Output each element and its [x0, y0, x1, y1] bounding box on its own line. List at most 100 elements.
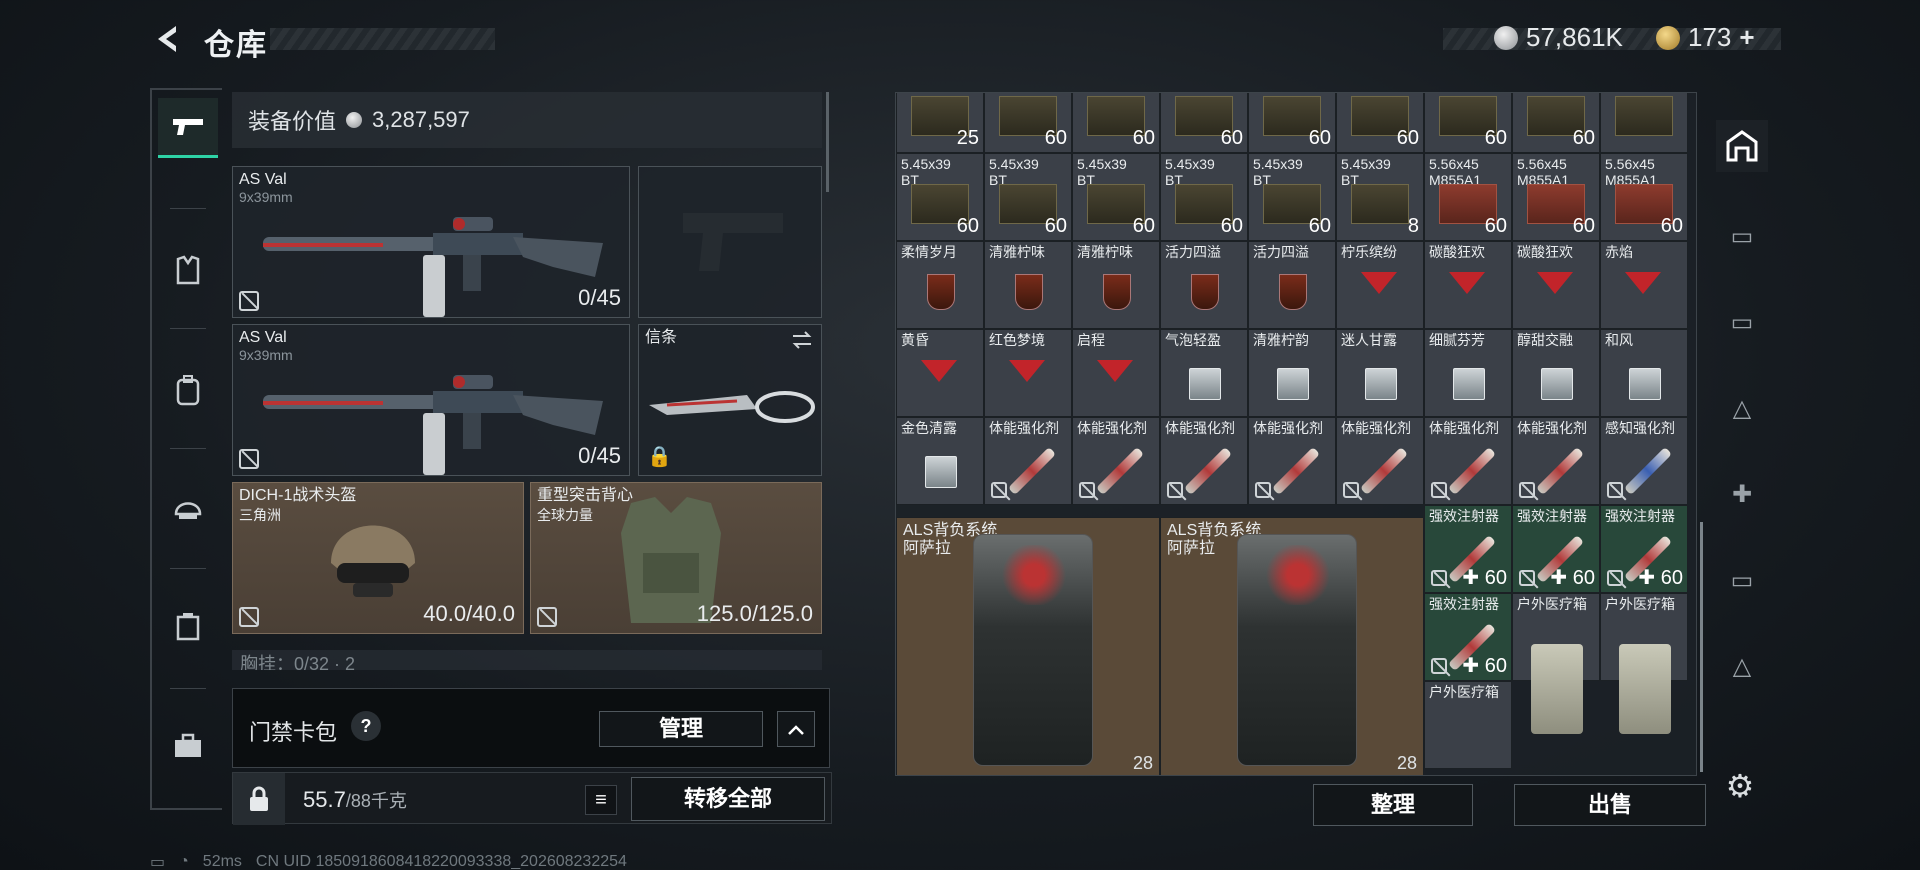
backpack-item[interactable]: ALS背负系统 阿萨拉 28: [1160, 517, 1424, 775]
drink-item[interactable]: 迷人甘露: [1336, 329, 1424, 417]
ammo-item[interactable]: 60: [1160, 93, 1248, 153]
ammo-item[interactable]: 5.56x45 M855A1 60: [1424, 153, 1512, 241]
ammo-item[interactable]: 60: [1336, 93, 1424, 153]
stimulant-item[interactable]: 感知强化剂: [1600, 417, 1688, 505]
ammo-item[interactable]: 60: [1072, 93, 1160, 153]
ammo-item[interactable]: 25: [896, 93, 984, 153]
ammo-item[interactable]: 5.45x39 BT 60: [1160, 153, 1248, 241]
ammo-item[interactable]: 5.45x39 BT 8: [1336, 153, 1424, 241]
ammo-item[interactable]: 60: [984, 93, 1072, 153]
storage-filter-folder-icon[interactable]: ▭: [1716, 554, 1768, 606]
injector-item[interactable]: 强效注射器 ✚ 60: [1424, 505, 1512, 593]
gold-currency[interactable]: 173 +: [1656, 22, 1755, 53]
drink-item[interactable]: 碳酸狂欢: [1424, 241, 1512, 329]
ammo-item[interactable]: 60: [1424, 93, 1512, 153]
settings-gear-icon[interactable]: ⚙: [1722, 768, 1758, 804]
drink-item[interactable]: 柔情岁月: [896, 241, 984, 329]
help-icon[interactable]: ?: [351, 711, 381, 741]
stimulant-item[interactable]: 体能强化剂: [1424, 417, 1512, 505]
consumables-tab-icon[interactable]: [158, 596, 218, 656]
all-items-filter-icon[interactable]: [1716, 120, 1768, 172]
drink-item[interactable]: 赤焰: [1600, 241, 1688, 329]
drink-item[interactable]: 活力四溢: [1248, 241, 1336, 329]
drink-item[interactable]: 细腻芬芳: [1424, 329, 1512, 417]
syringe-icon: [1623, 446, 1673, 496]
storage-filter-iv-icon[interactable]: △: [1716, 382, 1768, 434]
stimulant-name: 体能强化剂: [1341, 420, 1411, 436]
helmet-tab-icon[interactable]: [158, 478, 218, 538]
weapons-tab-icon[interactable]: [158, 98, 218, 158]
item-quantity: 60: [1484, 127, 1507, 149]
no-drop-icon: [1255, 482, 1271, 498]
list-icon[interactable]: ≡: [585, 785, 617, 815]
add-gold-icon[interactable]: +: [1739, 22, 1754, 53]
drink-item[interactable]: 红色梦境: [984, 329, 1072, 417]
drink-item[interactable]: 黄昏: [896, 329, 984, 417]
injector-item[interactable]: 强效注射器 ✚ 60: [1424, 593, 1512, 681]
stimulant-item[interactable]: 体能强化剂: [1512, 417, 1600, 505]
lock-icon[interactable]: [233, 773, 285, 825]
drink-name: 清雅柠韵: [1253, 332, 1309, 348]
injector-item[interactable]: 强效注射器 ✚ 60: [1512, 505, 1600, 593]
stimulant-item[interactable]: 体能强化剂: [1160, 417, 1248, 505]
stimulant-item[interactable]: 体能强化剂: [1336, 417, 1424, 505]
case-tab-icon[interactable]: [158, 716, 218, 776]
stimulant-item[interactable]: 体能强化剂: [984, 417, 1072, 505]
ammo-item[interactable]: 5.45x39 BT 60: [1248, 153, 1336, 241]
cocktail-icon: [1191, 274, 1219, 310]
storage-filter-triangle-icon[interactable]: △: [1716, 640, 1768, 692]
injector-item[interactable]: 强效注射器 ✚ 60: [1600, 505, 1688, 593]
drink-item[interactable]: 碳酸狂欢: [1512, 241, 1600, 329]
sell-button[interactable]: 出售: [1514, 784, 1706, 826]
melee-slot[interactable]: 信条 🔒: [638, 324, 822, 476]
ammo-item[interactable]: 5.45x39 BT 60: [1072, 153, 1160, 241]
cocktail-icon: [1449, 272, 1485, 294]
injector-name: 强效注射器: [1517, 508, 1587, 524]
stimulant-item[interactable]: 体能强化剂: [1072, 417, 1160, 505]
pistol-slot[interactable]: [638, 166, 822, 318]
stimulant-item[interactable]: 金色清露: [896, 417, 984, 505]
sort-button[interactable]: 整理: [1313, 784, 1473, 826]
ammo-item[interactable]: 60: [1512, 93, 1600, 153]
swap-icon[interactable]: [791, 331, 813, 349]
storage-filter-iii-icon[interactable]: ▭: [1716, 296, 1768, 348]
ammo-item[interactable]: [1600, 93, 1688, 153]
drink-item[interactable]: 启程: [1072, 329, 1160, 417]
drink-item[interactable]: 活力四溢: [1160, 241, 1248, 329]
drink-item[interactable]: 清雅柠味: [1072, 241, 1160, 329]
storage-filter-v-icon[interactable]: ▭: [1716, 210, 1768, 262]
backpack-item[interactable]: ALS背负系统 阿萨拉 28: [896, 517, 1160, 775]
manage-button[interactable]: 管理: [599, 711, 763, 747]
helmet-origin: 三角洲: [239, 507, 281, 523]
transfer-all-button[interactable]: 转移全部: [631, 777, 825, 821]
drink-item[interactable]: 和风: [1600, 329, 1688, 417]
injector-qty: 60: [1484, 655, 1507, 677]
storage-filter-add-icon[interactable]: ✚: [1716, 468, 1768, 520]
ammo-item[interactable]: 5.45x39 BT 60: [896, 153, 984, 241]
medkit-item[interactable]: 户外医疗箱: [1512, 593, 1600, 734]
ammo-item[interactable]: 5.56x45 M855A1 60: [1600, 153, 1688, 241]
drink-item[interactable]: 醇甜交融: [1512, 329, 1600, 417]
collapse-chevron-icon[interactable]: [777, 711, 815, 747]
helmet-slot[interactable]: DICH-1战术头盔 三角洲 40.0/40.0: [232, 482, 524, 634]
ammo-item[interactable]: 5.45x39 BT 60: [984, 153, 1072, 241]
medkit-item[interactable]: 户外医疗箱: [1424, 681, 1512, 769]
as-val-rifle-icon: [263, 375, 603, 475]
primary-weapon-slot-1[interactable]: AS Val 9x39mm 0/45: [232, 166, 630, 318]
drink-item[interactable]: 气泡轻盈: [1160, 329, 1248, 417]
ammo-item[interactable]: 60: [1248, 93, 1336, 153]
drink-item[interactable]: 清雅柠韵: [1248, 329, 1336, 417]
ammo-item[interactable]: 5.56x45 M855A1 60: [1512, 153, 1600, 241]
medkit-item[interactable]: 户外医疗箱: [1600, 593, 1688, 734]
backpack-tab-icon[interactable]: [158, 360, 218, 420]
grid-scrollbar[interactable]: [1700, 522, 1703, 772]
armor-tab-icon[interactable]: [158, 240, 218, 300]
equipment-scrollbar[interactable]: [826, 92, 829, 192]
drink-item[interactable]: 柠乐缤纷: [1336, 241, 1424, 329]
back-arrow-icon[interactable]: [150, 22, 184, 56]
stimulant-item[interactable]: 体能强化剂: [1248, 417, 1336, 505]
armor-slot[interactable]: 重型突击背心 全球力量 125.0/125.0: [530, 482, 822, 634]
drink-item[interactable]: 清雅柠味: [984, 241, 1072, 329]
chest-rig-slot[interactable]: 胸挂：0/32 · 2: [232, 650, 822, 670]
primary-weapon-slot-2[interactable]: AS Val 9x39mm 0/45: [232, 324, 630, 476]
